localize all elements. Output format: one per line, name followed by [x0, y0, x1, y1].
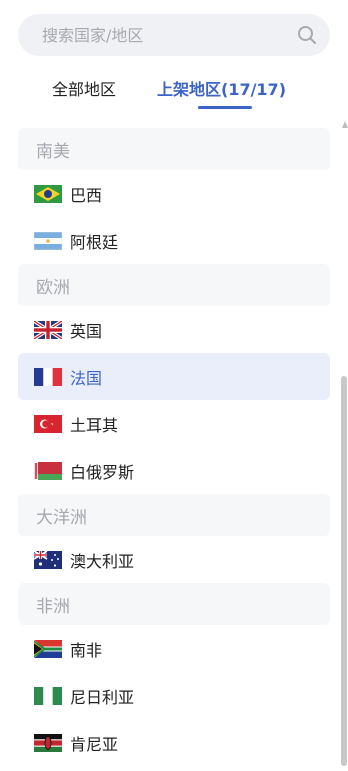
group-header-south-america: 南美 — [18, 128, 330, 170]
list-item-nigeria[interactable]: 尼日利亚 — [18, 672, 330, 719]
list-item-australia[interactable]: 澳大利亚 — [18, 536, 330, 583]
list-item-france[interactable]: 法国 — [18, 353, 330, 400]
list-item-uk[interactable]: 英国 — [18, 306, 330, 353]
uk-flag-icon — [34, 320, 62, 339]
france-flag-icon — [34, 367, 62, 386]
region-list: 南美 巴西 阿根廷 欧洲 英国 法国 土耳其 白俄罗斯 大洋洲 澳大利亚 非洲 … — [18, 128, 330, 766]
tab-listed-regions[interactable]: 上架地区(17/17) — [157, 76, 286, 100]
scroll-up-arrow-icon[interactable] — [342, 121, 348, 128]
australia-flag-icon — [34, 550, 62, 569]
search-icon[interactable] — [296, 24, 318, 46]
region-name: 肯尼亚 — [70, 734, 119, 754]
tab-all-regions[interactable]: 全部地区 — [52, 76, 116, 100]
belarus-flag-icon — [34, 461, 62, 480]
region-name: 阿根廷 — [70, 232, 119, 252]
region-name: 土耳其 — [70, 415, 119, 435]
group-header-oceania: 大洋洲 — [18, 494, 330, 536]
brazil-flag-icon — [34, 184, 62, 203]
region-name: 尼日利亚 — [70, 687, 135, 707]
list-item-south-africa[interactable]: 南非 — [18, 625, 330, 672]
list-item-turkey[interactable]: 土耳其 — [18, 400, 330, 447]
region-name: 巴西 — [70, 185, 103, 205]
region-name: 法国 — [70, 368, 103, 388]
kenya-flag-icon — [34, 733, 62, 752]
region-name: 澳大利亚 — [70, 551, 135, 571]
scrollbar-thumb[interactable] — [341, 376, 347, 766]
list-item-belarus[interactable]: 白俄罗斯 — [18, 447, 330, 494]
region-name: 英国 — [70, 321, 103, 341]
group-header-africa: 非洲 — [18, 583, 330, 625]
list-item-brazil[interactable]: 巴西 — [18, 170, 330, 217]
list-item-kenya[interactable]: 肯尼亚 — [18, 719, 330, 766]
south-africa-flag-icon — [34, 639, 62, 658]
region-tabs: 全部地区 上架地区(17/17) — [0, 72, 348, 112]
turkey-flag-icon — [34, 414, 62, 433]
region-name: 南非 — [70, 640, 103, 660]
list-item-argentina[interactable]: 阿根廷 — [18, 217, 330, 264]
search-box[interactable] — [18, 14, 330, 56]
search-input[interactable] — [42, 25, 296, 45]
group-header-europe: 欧洲 — [18, 264, 330, 306]
nigeria-flag-icon — [34, 686, 62, 705]
region-name: 白俄罗斯 — [70, 462, 135, 482]
active-tab-indicator — [198, 106, 252, 109]
argentina-flag-icon — [34, 231, 62, 250]
